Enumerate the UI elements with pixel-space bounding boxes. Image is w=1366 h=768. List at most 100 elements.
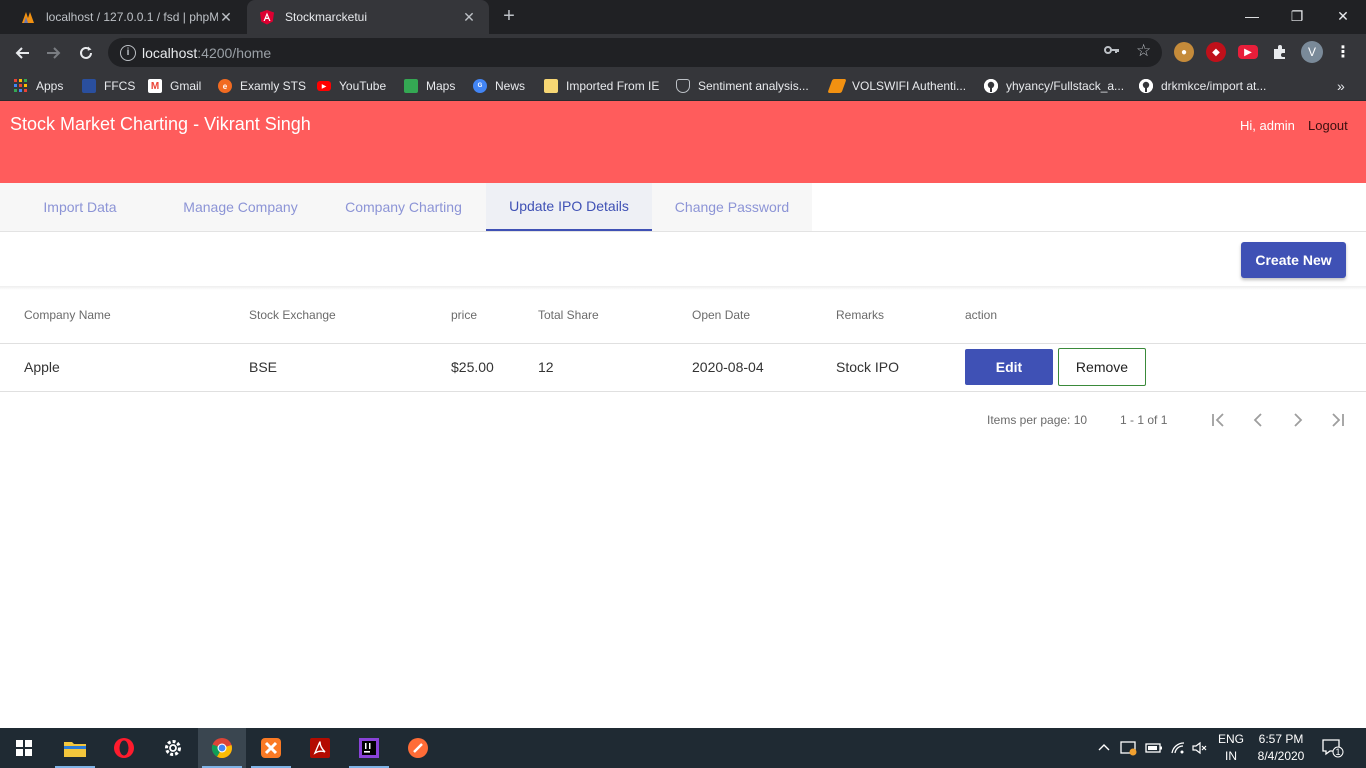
bookmark-volswifi[interactable]: VOLSWIFI Authenti... [827, 77, 967, 95]
app-header: Stock Market Charting - Vikrant Singh Hi… [0, 101, 1366, 183]
back-arrow-icon[interactable] [9, 40, 35, 66]
logout-link[interactable]: Logout [1308, 118, 1348, 133]
bookmark-star-icon[interactable]: ☆ [1136, 41, 1151, 61]
security-tray-icon[interactable] [1120, 728, 1138, 768]
browser-tab-stockmarcketui[interactable]: Stockmarcketui ✕ [247, 0, 489, 34]
browser-tab-strip: localhost / 127.0.0.1 / fsd | phpMyAdmin… [0, 0, 1366, 34]
minimize-button[interactable]: — [1229, 0, 1275, 32]
close-window-button[interactable]: ✕ [1320, 0, 1366, 32]
bookmark-imported-from-ie[interactable]: Imported From IE [544, 77, 659, 95]
profile-avatar[interactable]: V [1301, 41, 1323, 63]
acrobat-icon[interactable] [296, 728, 344, 768]
wifi-icon[interactable] [1170, 728, 1186, 768]
tab-change-password[interactable]: Change Password [652, 183, 812, 231]
tab-import-data[interactable]: Import Data [0, 183, 160, 231]
bookmark-ffcs[interactable]: FFCS [82, 77, 135, 95]
intellij-icon[interactable] [345, 728, 393, 768]
ffcs-icon [82, 79, 96, 93]
youtube-icon: ▶ [317, 81, 331, 91]
column-header-remarks[interactable]: Remarks [836, 308, 884, 322]
bookmark-label: Gmail [170, 79, 202, 93]
address-bar[interactable]: i localhost:4200/home [108, 38, 1162, 67]
restore-button[interactable]: ❐ [1274, 0, 1320, 32]
tab-update-ipo-details[interactable]: Update IPO Details [486, 183, 652, 231]
remove-button[interactable]: Remove [1058, 348, 1146, 386]
postman-icon[interactable] [394, 728, 442, 768]
github-icon [984, 79, 998, 93]
file-explorer-icon[interactable] [51, 728, 99, 768]
tab-manage-company[interactable]: Manage Company [160, 183, 321, 231]
video-extension-icon[interactable]: ▶ [1238, 45, 1258, 59]
bookmark-examly[interactable]: e Examly STS [218, 77, 306, 95]
column-header-action: action [965, 308, 998, 322]
action-center-icon[interactable]: 1 [1322, 728, 1344, 768]
language-code: ENG [1217, 732, 1244, 746]
windows-taskbar: ENG IN 6:57 PM 8/4/2020 1 [0, 728, 1366, 768]
row-divider [0, 343, 1366, 344]
bookmark-label: Maps [426, 79, 456, 93]
more-bookmarks-button[interactable]: » [1337, 77, 1345, 95]
bookmark-news[interactable]: G News [473, 77, 525, 95]
edit-button[interactable]: Edit [965, 349, 1053, 385]
close-tab-icon[interactable]: ✕ [461, 9, 477, 26]
site-info-icon[interactable]: i [120, 44, 136, 61]
menu-kebab-icon[interactable]: ⋮ [1333, 42, 1353, 62]
page-title: Stock Market Charting - Vikrant Singh [10, 114, 311, 134]
browser-tab-phpmyadmin[interactable]: localhost / 127.0.0.1 / fsd | phpMyAdmin… [8, 0, 246, 34]
previous-page-icon[interactable] [1246, 408, 1270, 432]
settings-gear-icon[interactable] [149, 728, 197, 768]
bookmark-github-import[interactable]: drkmkce/import at... [1139, 77, 1266, 95]
last-page-icon[interactable] [1326, 408, 1350, 432]
address-host: localhost [142, 44, 198, 61]
column-header-price[interactable]: price [451, 308, 477, 322]
language-indicator[interactable]: ENG IN [1217, 731, 1245, 765]
close-tab-icon[interactable]: ✕ [218, 9, 234, 26]
bookmark-youtube[interactable]: ▶ YouTube [317, 77, 386, 95]
bookmark-maps[interactable]: Maps [404, 77, 455, 95]
bookmark-label: Imported From IE [566, 79, 660, 93]
column-header-total-share[interactable]: Total Share [538, 308, 599, 322]
bookmark-label: yhyancy/Fullstack_a... [1006, 79, 1125, 93]
column-header-open-date[interactable]: Open Date [692, 308, 750, 322]
cell-price: $25.00 [451, 359, 494, 375]
bookmark-label: FFCS [104, 79, 136, 93]
xampp-icon[interactable] [247, 728, 295, 768]
show-hidden-icons-icon[interactable] [1098, 728, 1110, 768]
opera-icon[interactable] [100, 728, 148, 768]
apps-grid-icon [14, 79, 28, 93]
bookmark-label: VOLSWIFI Authenti... [852, 79, 967, 93]
browser-toolbar: i localhost:4200/home ☆ [0, 34, 1366, 71]
first-page-icon[interactable] [1206, 408, 1230, 432]
extensions-puzzle-icon[interactable] [1270, 42, 1290, 62]
tab-title: Stockmarcketui [285, 10, 368, 24]
bookmark-github-fullstack[interactable]: yhyancy/Fullstack_a... [984, 77, 1124, 95]
next-page-icon[interactable] [1286, 408, 1310, 432]
cell-total-share: 12 [538, 359, 554, 375]
key-icon[interactable] [1104, 43, 1120, 61]
forward-arrow-icon[interactable] [41, 40, 67, 66]
cell-stock-exchange: BSE [249, 359, 278, 375]
bookmark-label: Apps [36, 79, 64, 93]
cell-open-date: 2020-08-04 [692, 359, 764, 375]
battery-icon[interactable] [1145, 728, 1163, 768]
bookmark-label: News [495, 79, 526, 93]
column-header-stock-exchange[interactable]: Stock Exchange [249, 308, 336, 322]
bookmark-apps[interactable]: Apps [14, 77, 63, 95]
tab-company-charting[interactable]: Company Charting [321, 183, 486, 231]
create-new-button[interactable]: Create New [1241, 242, 1346, 278]
volume-muted-icon[interactable] [1192, 728, 1208, 768]
chrome-icon[interactable] [198, 728, 246, 768]
tab-title: localhost / 127.0.0.1 / fsd | phpMyAdmin [46, 10, 218, 24]
bookmark-label: Examly STS [240, 79, 307, 93]
bookmark-gmail[interactable]: M Gmail [148, 77, 201, 95]
new-tab-button[interactable]: + [498, 6, 520, 28]
clock-time: 6:57 PM [1258, 732, 1304, 746]
windows-start-icon[interactable] [0, 728, 48, 768]
system-clock[interactable]: 6:57 PM 8/4/2020 [1256, 731, 1306, 765]
column-header-company-name[interactable]: Company Name [24, 308, 111, 322]
items-per-page-select[interactable]: Items per page: 10 [987, 413, 1087, 427]
adblock-extension-icon[interactable]: ◆ [1206, 42, 1226, 62]
cookie-extension-icon[interactable]: ● [1174, 42, 1194, 62]
reload-icon[interactable] [73, 40, 99, 66]
bookmark-sentiment-analysis[interactable]: Sentiment analysis... [676, 77, 809, 95]
